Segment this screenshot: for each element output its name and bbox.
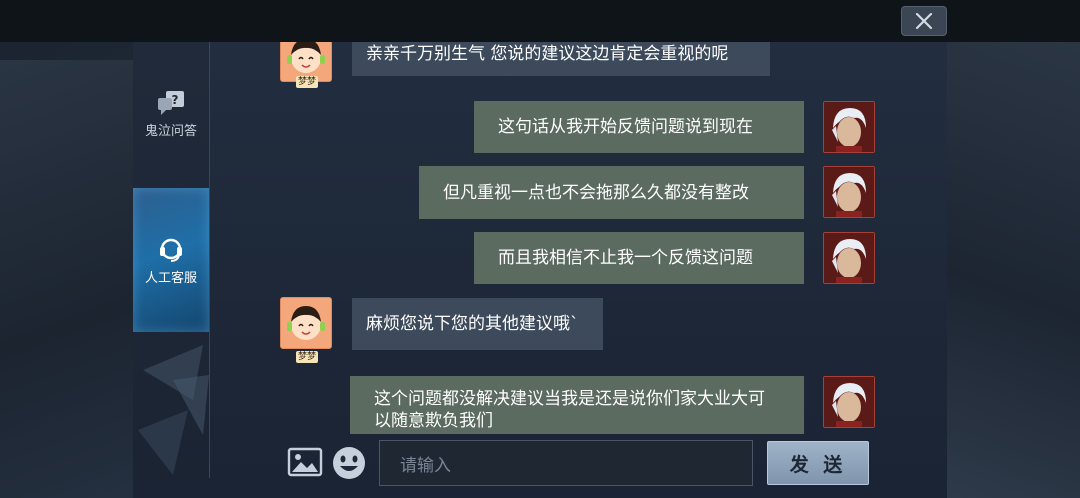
close-icon bbox=[915, 12, 933, 30]
close-button[interactable] bbox=[901, 6, 947, 36]
svg-text:?: ? bbox=[172, 93, 179, 107]
headset-icon bbox=[160, 238, 182, 262]
user-avatar bbox=[823, 166, 875, 218]
agent-message-bubble: 亲亲千万别生气 您说的建议这边肯定会重视的呢 bbox=[352, 42, 770, 76]
user-message-bubble: 但凡重视一点也不会拖那么久都没有整改 bbox=[419, 166, 804, 219]
question-bubble-icon: ? bbox=[158, 91, 184, 115]
chat-area: 梦梦 亲亲千万别生气 您说的建议这边肯定会重视的呢 这句话从我开始反馈问题说到现… bbox=[209, 42, 947, 434]
decorative-shards bbox=[133, 340, 209, 480]
user-message-bubble: 这个问题都没解决建议当我是还是说你们家大业大可以随意欺负我们 bbox=[350, 376, 804, 434]
user-message-text: 这个问题都没解决建议当我是还是说你们家大业大可以随意欺负我们 bbox=[374, 389, 765, 431]
send-button[interactable]: 发 送 bbox=[767, 441, 869, 485]
user-avatar bbox=[823, 101, 875, 153]
sidebar-item-qa[interactable]: ? 鬼泣问答 bbox=[133, 90, 209, 150]
sidebar-item-customer-service[interactable]: 人工客服 bbox=[133, 188, 209, 332]
agent-avatar bbox=[280, 297, 332, 349]
background-left bbox=[0, 60, 133, 498]
agent-name-tag: 梦梦 bbox=[296, 76, 319, 88]
user-avatar bbox=[823, 232, 875, 284]
image-button[interactable] bbox=[287, 446, 323, 482]
message-input-placeholder: 请输入 bbox=[400, 455, 451, 476]
emoji-icon bbox=[333, 447, 365, 479]
background-right bbox=[947, 42, 1080, 498]
user-avatar bbox=[823, 376, 875, 428]
sidebar-item-label: 鬼泣问答 bbox=[144, 124, 197, 139]
user-message-bubble: 而且我相信不止我一个反馈这问题 bbox=[474, 232, 804, 284]
user-message-bubble: 这句话从我开始反馈问题说到现在 bbox=[474, 101, 804, 153]
agent-message-bubble: 麻烦您说下您的其他建议哦` bbox=[352, 298, 603, 350]
image-icon bbox=[287, 447, 323, 477]
emoji-button[interactable] bbox=[331, 445, 367, 485]
message-input[interactable]: 请输入 bbox=[379, 440, 753, 486]
sidebar-item-label: 人工客服 bbox=[144, 270, 197, 286]
agent-name-tag: 梦梦 bbox=[296, 351, 319, 363]
